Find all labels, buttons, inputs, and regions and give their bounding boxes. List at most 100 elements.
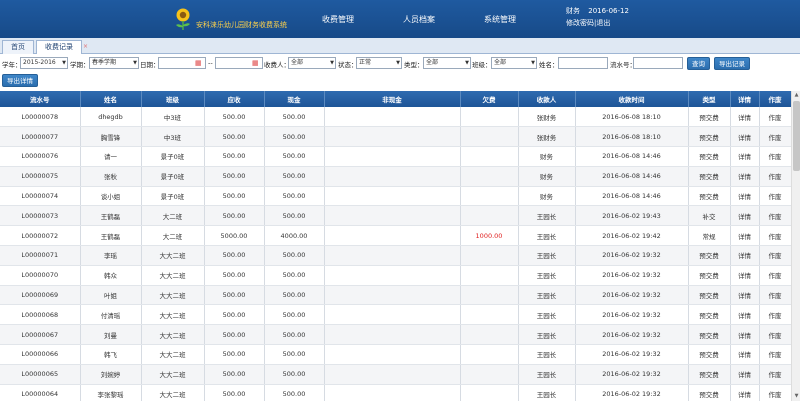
cell-arrears: 1000.00	[460, 225, 519, 247]
school-year-select[interactable]: 2015-2016	[20, 57, 68, 69]
cell-arrears	[460, 285, 519, 306]
details-link[interactable]: 详情	[730, 126, 760, 148]
cell-due: 500.00	[204, 285, 265, 306]
export-records-button[interactable]: 导出记录	[714, 57, 750, 70]
cell-time: 2016-06-02 19:32	[575, 364, 689, 385]
cell-payee: 王园长	[518, 304, 576, 326]
cell-class: 大大二班	[141, 245, 205, 266]
cell-payee: 王园长	[518, 205, 576, 227]
details-link[interactable]: 详情	[730, 186, 760, 207]
name-input[interactable]	[558, 57, 608, 69]
query-button[interactable]: 查询	[687, 57, 710, 70]
void-link[interactable]: 作废	[759, 304, 791, 326]
scroll-up-icon[interactable]: ▲	[792, 91, 800, 100]
void-link[interactable]: 作废	[759, 384, 791, 401]
name-label: 姓名：	[539, 61, 559, 69]
cell-type: 预交费	[688, 245, 731, 266]
vertical-scrollbar[interactable]: ▲ ▼	[791, 91, 800, 401]
cell-payee: 王园长	[518, 364, 576, 385]
cell-arrears	[460, 205, 519, 227]
status-select[interactable]: 正常	[356, 57, 402, 69]
scroll-thumb[interactable]	[793, 101, 800, 171]
class-select[interactable]: 全部	[491, 57, 537, 69]
details-link[interactable]: 详情	[730, 245, 760, 266]
close-icon[interactable]: ×	[83, 40, 88, 53]
nav-personnel-records[interactable]: 人员档案	[403, 14, 435, 25]
change-password-link[interactable]: 修改密码	[566, 19, 594, 27]
details-link[interactable]: 详情	[730, 265, 760, 286]
nav-system-management[interactable]: 系统管理	[484, 14, 516, 25]
details-link[interactable]: 详情	[730, 107, 760, 128]
cell-type: 补交	[688, 205, 731, 227]
details-link[interactable]: 详情	[730, 304, 760, 326]
void-link[interactable]: 作废	[759, 265, 791, 286]
cell-serial: L00000077	[0, 126, 81, 148]
type-select[interactable]: 全部	[423, 57, 471, 69]
details-link[interactable]: 详情	[730, 285, 760, 306]
table-row: L00000074 谈小姐 景子0班 500.00 500.00 财务 2016-06-08…	[0, 186, 791, 207]
term-select[interactable]: 春季学期	[89, 57, 139, 69]
void-link[interactable]: 作废	[759, 245, 791, 266]
cell-noncash	[324, 146, 461, 167]
user-info: 财务 2016-06-12	[566, 6, 629, 16]
tab-fee-records[interactable]: 收费记录 ×	[36, 40, 88, 54]
void-link[interactable]: 作废	[759, 364, 791, 385]
calendar-icon[interactable]: ▦	[195, 59, 204, 67]
cell-class: 景子0班	[141, 186, 205, 207]
void-link[interactable]: 作废	[759, 107, 791, 128]
column-header-noncash: 非现金	[324, 91, 461, 107]
logout-link[interactable]: 退出	[596, 19, 610, 27]
table-row: L00000075 张秋 景子0班 500.00 500.00 财务 2016-06-08 …	[0, 166, 791, 187]
void-link[interactable]: 作废	[759, 146, 791, 167]
void-link[interactable]: 作废	[759, 285, 791, 306]
void-link[interactable]: 作废	[759, 205, 791, 227]
nav-fee-management[interactable]: 收费管理	[322, 14, 354, 25]
date-from-input[interactable]: ▦	[158, 57, 206, 69]
details-link[interactable]: 详情	[730, 384, 760, 401]
void-link[interactable]: 作废	[759, 126, 791, 148]
details-link[interactable]: 详情	[730, 205, 760, 227]
date-to-input[interactable]: ▦	[215, 57, 263, 69]
void-link[interactable]: 作废	[759, 225, 791, 247]
details-link[interactable]: 详情	[730, 146, 760, 167]
calendar-icon[interactable]: ▦	[252, 59, 261, 67]
cell-serial: L00000078	[0, 107, 81, 128]
cell-time: 2016-06-08 14:46	[575, 146, 689, 167]
column-header-void: 作废	[759, 91, 791, 107]
details-link[interactable]: 详情	[730, 344, 760, 365]
cell-name: 韩众	[80, 265, 142, 286]
cell-noncash	[324, 225, 461, 247]
column-header-cash: 现金	[264, 91, 325, 107]
void-link[interactable]: 作废	[759, 186, 791, 207]
void-link[interactable]: 作废	[759, 166, 791, 187]
tab-home[interactable]: 首页	[2, 40, 34, 54]
details-link[interactable]: 详情	[730, 166, 760, 187]
cell-arrears	[460, 384, 519, 401]
void-link[interactable]: 作废	[759, 324, 791, 346]
details-link[interactable]: 详情	[730, 225, 760, 247]
cell-name: 王鹤磊	[80, 225, 142, 247]
serial-input[interactable]	[633, 57, 683, 69]
cell-cash: 500.00	[264, 324, 325, 346]
cell-arrears	[460, 166, 519, 187]
cell-due: 500.00	[204, 344, 265, 365]
table-row: L00000077 胸雪锋 中3班 500.00 500.00 张财务 2016-06-08…	[0, 126, 791, 148]
cell-class: 中3班	[141, 126, 205, 148]
cell-serial: L00000066	[0, 344, 81, 365]
payee-select[interactable]: 全部	[288, 57, 336, 69]
cell-type: 预交费	[688, 324, 731, 346]
cell-arrears	[460, 107, 519, 128]
cell-arrears	[460, 265, 519, 286]
void-link[interactable]: 作废	[759, 344, 791, 365]
cell-due: 500.00	[204, 126, 265, 148]
cell-cash: 500.00	[264, 304, 325, 326]
cell-type: 预交费	[688, 265, 731, 286]
table-body: L00000078 dhegdb 中3班 500.00 500.00 张财务 2016-06…	[0, 107, 791, 401]
export-details-button[interactable]: 导出详情	[2, 74, 38, 87]
table-row: L00000071 李瑶 大大二班 500.00 500.00 王园长 2016-06-02…	[0, 245, 791, 266]
cell-class: 大大二班	[141, 384, 205, 401]
details-link[interactable]: 详情	[730, 364, 760, 385]
details-link[interactable]: 详情	[730, 324, 760, 346]
scroll-down-icon[interactable]: ▼	[792, 392, 800, 401]
cell-class: 大大二班	[141, 344, 205, 365]
